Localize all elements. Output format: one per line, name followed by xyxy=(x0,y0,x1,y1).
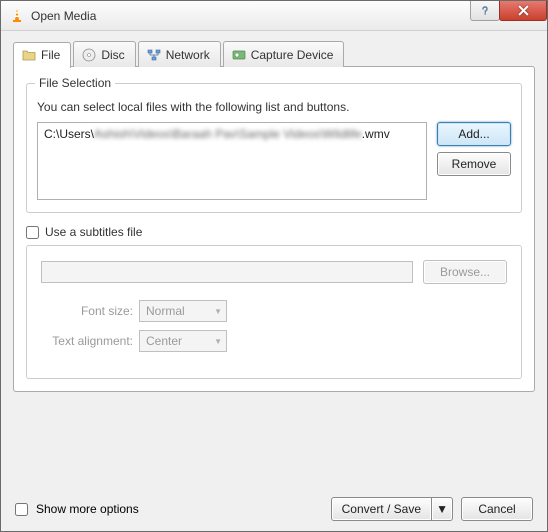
tab-file[interactable]: File xyxy=(13,42,71,68)
close-button[interactable] xyxy=(499,1,547,21)
alignment-label: Text alignment: xyxy=(41,334,133,348)
file-selection-group: File Selection You can select local file… xyxy=(26,83,522,213)
vlc-cone-icon xyxy=(9,8,25,24)
use-subtitles-checkbox[interactable] xyxy=(26,226,39,239)
file-entry[interactable]: C:\Users\Ashish\Videos\Baraah Pav\Sample… xyxy=(44,127,390,141)
file-list[interactable]: C:\Users\Ashish\Videos\Baraah Pav\Sample… xyxy=(37,122,427,200)
tab-strip: File Disc Network Capture Device xyxy=(13,41,535,67)
chevron-down-icon: ▼ xyxy=(214,307,222,316)
network-icon xyxy=(147,48,161,62)
use-subtitles-row: Use a subtitles file xyxy=(26,225,522,239)
font-size-combo: Normal ▼ xyxy=(139,300,227,322)
capture-icon xyxy=(232,48,246,62)
titlebar: Open Media xyxy=(1,1,547,31)
chevron-down-icon: ▼ xyxy=(214,337,222,346)
tab-label: Capture Device xyxy=(251,48,334,62)
convert-save-dropdown[interactable]: ▼ xyxy=(432,497,453,521)
tab-label: File xyxy=(41,48,60,62)
font-size-value: Normal xyxy=(146,304,185,318)
open-media-dialog: Open Media File Disc Network xyxy=(0,0,548,532)
group-title: File Selection xyxy=(35,76,115,90)
cancel-button[interactable]: Cancel xyxy=(461,497,533,521)
add-button[interactable]: Add... xyxy=(437,122,511,146)
use-subtitles-label: Use a subtitles file xyxy=(45,225,142,239)
tab-disc[interactable]: Disc xyxy=(73,41,135,67)
subtitles-group: Browse... Font size: Normal ▼ Text align… xyxy=(26,245,522,379)
file-selection-description: You can select local files with the foll… xyxy=(37,100,511,114)
browse-button: Browse... xyxy=(423,260,507,284)
show-more-options-label: Show more options xyxy=(36,502,139,516)
dialog-footer: Show more options Convert / Save ▼ Cance… xyxy=(1,491,547,531)
help-button[interactable] xyxy=(470,1,500,21)
tab-label: Network xyxy=(166,48,210,62)
chevron-down-icon: ▼ xyxy=(436,502,448,516)
subtitles-path-input xyxy=(41,261,413,283)
convert-save-split-button: Convert / Save ▼ xyxy=(331,497,453,521)
folder-icon xyxy=(22,48,36,62)
alignment-combo: Center ▼ xyxy=(139,330,227,352)
file-panel: File Selection You can select local file… xyxy=(13,66,535,392)
tab-label: Disc xyxy=(101,48,124,62)
tab-network[interactable]: Network xyxy=(138,41,221,67)
remove-button[interactable]: Remove xyxy=(437,152,511,176)
disc-icon xyxy=(82,48,96,62)
tab-capture[interactable]: Capture Device xyxy=(223,41,345,67)
show-more-options-checkbox[interactable] xyxy=(15,503,28,516)
font-size-label: Font size: xyxy=(41,304,133,318)
window-title: Open Media xyxy=(31,9,96,23)
alignment-value: Center xyxy=(146,334,182,348)
convert-save-button[interactable]: Convert / Save xyxy=(331,497,432,521)
